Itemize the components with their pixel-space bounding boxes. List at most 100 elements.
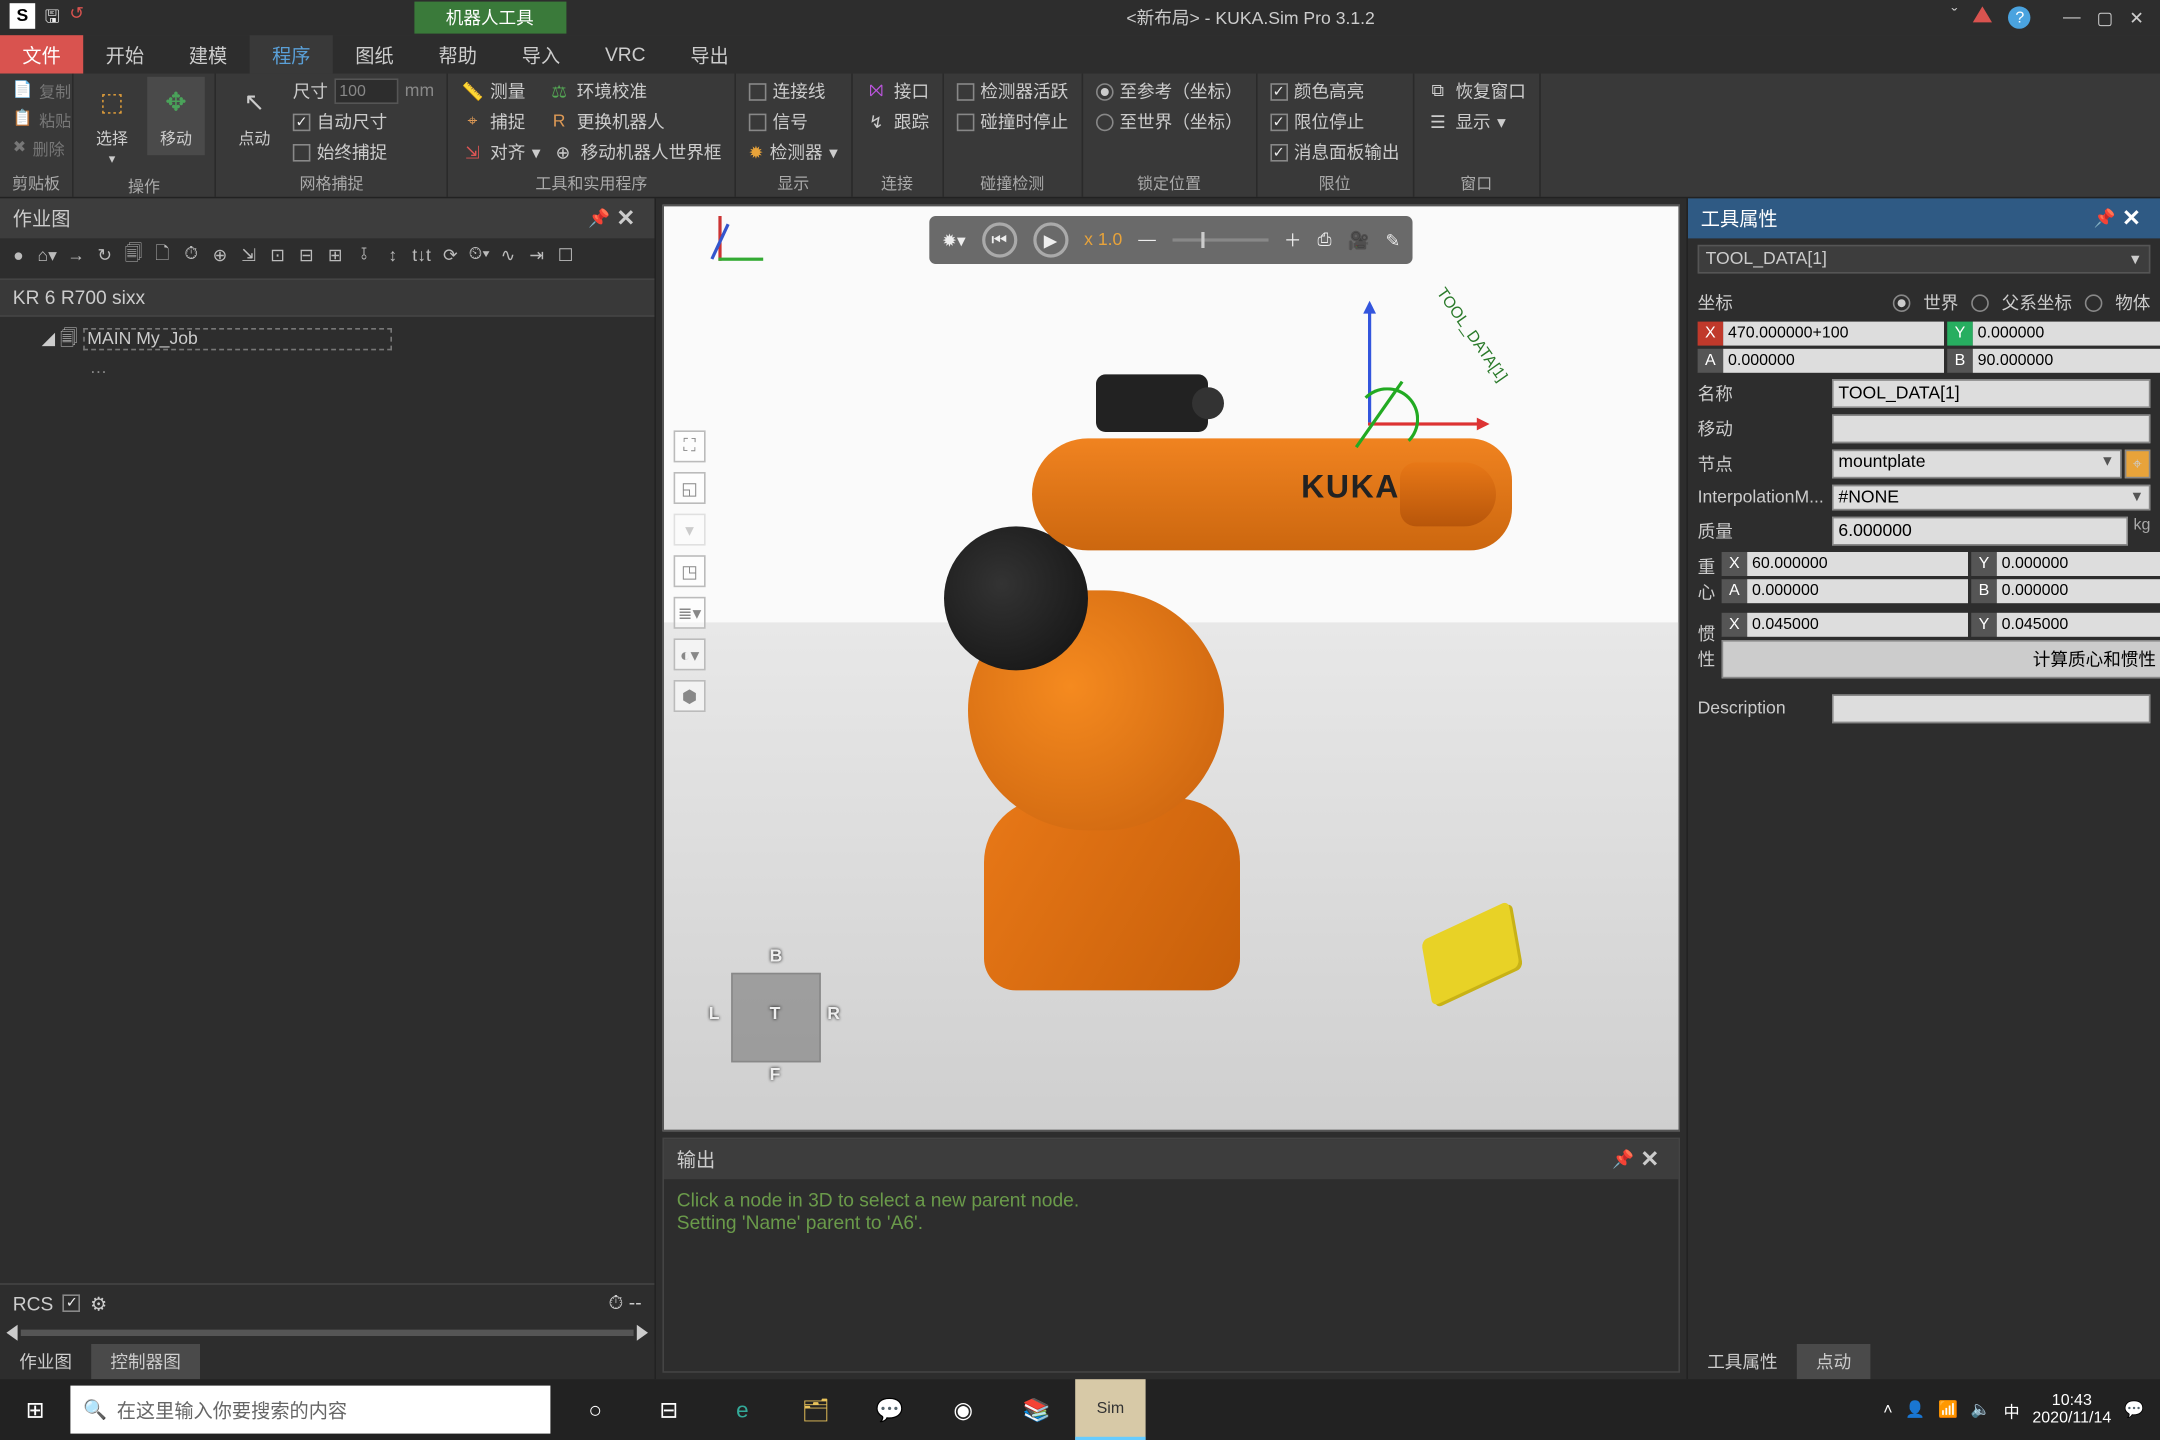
close-panel-icon[interactable]: ✕ — [610, 205, 642, 232]
brush-icon[interactable]: ✎ — [1386, 230, 1401, 251]
view-icon[interactable]: ▾ — [674, 514, 706, 546]
snap-button[interactable]: ⌖捕捉 R更换机器人 — [458, 107, 725, 136]
close-output-icon[interactable]: ✕ — [1634, 1146, 1666, 1173]
inertia-y-input[interactable] — [1997, 613, 2160, 637]
pin-icon[interactable]: 📌 — [2094, 208, 2116, 229]
jog-button[interactable]: ↖点动 — [226, 77, 284, 155]
export-pdf-icon[interactable]: ⎙ — [1318, 230, 1332, 251]
collapse-ribbon-icon[interactable]: ˇ — [1952, 6, 1958, 28]
tray-up-icon[interactable]: ˄ — [1883, 1401, 1892, 1419]
coord-x-input[interactable] — [1723, 322, 1944, 346]
tab-jobgraph[interactable]: 作业图 — [0, 1344, 91, 1379]
coord-b-input[interactable] — [1973, 349, 2160, 373]
node-select[interactable]: mountplate▼ — [1832, 450, 2121, 479]
tab-tool-props[interactable]: 工具属性 — [1688, 1344, 1797, 1379]
maximize-icon[interactable]: ▢ — [2097, 7, 2114, 28]
calc-inertia-button[interactable]: 计算质心和惯性 — [1722, 640, 2160, 678]
notifications-icon[interactable]: 💬 — [2124, 1401, 2144, 1419]
cog-a-input[interactable] — [1747, 579, 1968, 603]
speed-slider[interactable] — [1172, 238, 1268, 241]
coord-object-radio[interactable] — [2085, 294, 2103, 312]
tb-icon[interactable]: ⏲▾ — [467, 243, 491, 267]
trace-button[interactable]: ↯跟踪 — [862, 107, 932, 136]
measure-button[interactable]: 📏测量 ⚖环境校准 — [458, 77, 725, 106]
tb-icon[interactable]: 🗐 — [122, 243, 146, 267]
menu-help[interactable]: 帮助 — [416, 35, 499, 73]
tb-icon[interactable]: ⌂▾ — [35, 243, 59, 267]
tb-icon[interactable]: ☐ — [554, 243, 578, 267]
rcs-check[interactable] — [63, 1294, 81, 1312]
inertia-x-input[interactable] — [1747, 613, 1968, 637]
edge-icon[interactable]: e — [707, 1379, 777, 1440]
tb-icon[interactable]: ⇲ — [237, 243, 261, 267]
tb-icon[interactable]: ∿ — [496, 243, 520, 267]
tb-icon[interactable]: ⇥ — [525, 243, 549, 267]
desc-input[interactable] — [1832, 694, 2150, 723]
auto-size-check[interactable]: 自动尺寸 — [290, 107, 438, 136]
tb-icon[interactable]: ⊞ — [323, 243, 347, 267]
detector-button[interactable]: ✹检测器 ▾ — [745, 138, 841, 167]
mass-input[interactable] — [1832, 517, 2129, 546]
tb-icon[interactable]: ⟳ — [438, 243, 462, 267]
rewind-button[interactable]: ⏮ — [982, 222, 1017, 257]
taskbar-search[interactable]: 🔍 在这里输入你要搜索的内容 — [70, 1386, 550, 1434]
tb-icon[interactable]: ⊡ — [266, 243, 290, 267]
always-snap-check[interactable]: 始终捕捉 — [290, 138, 438, 167]
show-window-button[interactable]: ☰显示 ▾ — [1423, 107, 1529, 136]
tree-node-main[interactable]: MAIN My_Job — [83, 328, 392, 350]
job-tree[interactable]: ◢ 🗐 MAIN My_Job … — [0, 317, 654, 1283]
ime-indicator[interactable]: 中 — [2004, 1398, 2020, 1422]
coord-y-input[interactable] — [1973, 322, 2160, 346]
help-icon[interactable]: ? — [2009, 6, 2031, 28]
coord-world-radio[interactable] — [1893, 294, 1911, 312]
lock-world-radio[interactable]: 至世界（坐标） — [1092, 107, 1246, 136]
menu-export[interactable]: 导出 — [668, 35, 751, 73]
tb-icon[interactable]: ⫱ — [352, 243, 376, 267]
explorer-icon[interactable]: 🗂 — [781, 1379, 851, 1440]
coord-a-input[interactable] — [1723, 349, 1944, 373]
wifi-icon[interactable]: 📶 — [1938, 1401, 1958, 1419]
volume-icon[interactable]: 🔈 — [1971, 1401, 1991, 1419]
tb-icon[interactable]: → — [64, 243, 88, 267]
close-icon[interactable]: ✕ — [2129, 7, 2144, 28]
timer-icon[interactable]: ⏱ -- — [609, 1291, 642, 1315]
layers-icon[interactable]: ≣▾ — [674, 597, 706, 629]
play-button[interactable]: ▶ — [1033, 222, 1068, 257]
sim-task-icon[interactable]: Sim — [1075, 1379, 1145, 1440]
tb-icon[interactable]: ⊕ — [208, 243, 232, 267]
pin-icon[interactable]: 📌 — [588, 208, 610, 229]
name-input[interactable] — [1832, 379, 2150, 408]
camera-icon[interactable]: 🎥 — [1348, 230, 1370, 251]
cog-x-input[interactable] — [1747, 552, 1968, 576]
limit-stop-check[interactable]: 限位停止 — [1267, 107, 1403, 136]
restore-window-button[interactable]: ⧉恢复窗口 — [1423, 77, 1529, 106]
detector-active-check[interactable]: 检测器活跃 — [953, 77, 1071, 106]
show-connections-check[interactable]: 连接线 — [745, 77, 841, 106]
coord-parent-radio[interactable] — [1971, 294, 1989, 312]
start-button[interactable]: ⊞ — [0, 1396, 70, 1423]
close-props-icon[interactable]: ✕ — [2116, 205, 2148, 232]
viewport-3d[interactable]: ✹▾ ⏮ ▶ x 1.0 ―＋ ⎙ 🎥 ✎ ⛶ ◱ ▾ ◳ ≣▾ ◐▾ ⬢ — [662, 205, 1680, 1131]
settings-icon[interactable]: ✹▾ — [942, 230, 966, 251]
menu-file[interactable]: 文件 — [0, 35, 83, 73]
color-highlight-check[interactable]: 颜色高亮 — [1267, 77, 1403, 106]
hscrollbar[interactable] — [0, 1322, 654, 1344]
node-pick-icon[interactable]: ⌖ — [2124, 450, 2150, 479]
grid-size-input[interactable] — [334, 78, 398, 104]
pin-icon[interactable]: 📌 — [1612, 1149, 1634, 1170]
menu-import[interactable]: 导入 — [499, 35, 582, 73]
menu-start[interactable]: 开始 — [83, 35, 166, 73]
nav-cube[interactable]: B T L R F — [696, 938, 856, 1098]
interp-select[interactable]: #NONE▼ — [1832, 485, 2150, 511]
cube-icon[interactable]: ◳ — [674, 555, 706, 587]
fit-sel-icon[interactable]: ◱ — [674, 472, 706, 504]
show-signals-check[interactable]: 信号 — [745, 107, 841, 136]
tb-icon[interactable]: t↓t — [410, 243, 434, 267]
cog-y-input[interactable] — [1997, 552, 2160, 576]
msg-output-check[interactable]: 消息面板输出 — [1267, 138, 1403, 167]
chrome-icon[interactable]: ◉ — [928, 1379, 998, 1440]
tree-root[interactable]: KR 6 R700 sixx — [0, 278, 654, 316]
select-button[interactable]: ⬚选择▾ — [83, 77, 141, 173]
wechat-icon[interactable]: 💬 — [854, 1379, 924, 1440]
people-icon[interactable]: 👤 — [1905, 1401, 1925, 1419]
